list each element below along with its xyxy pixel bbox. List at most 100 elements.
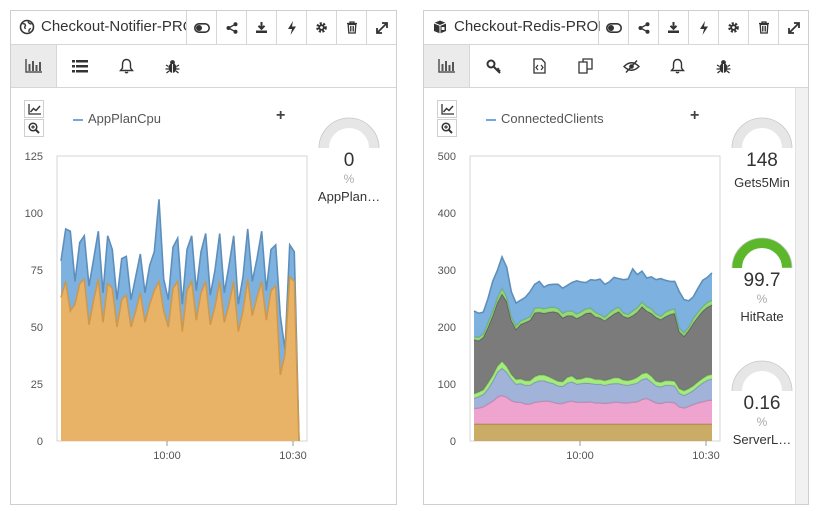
zoom-button[interactable]	[24, 119, 44, 137]
y-tick-label: 200	[438, 322, 456, 334]
y-tick-label: 125	[25, 151, 43, 163]
tab-keys[interactable]	[470, 45, 516, 87]
gauge-unit: %	[756, 415, 768, 429]
metric-chart[interactable]: 0 100 200 300 400 500 10:00 10:30	[424, 146, 724, 476]
scrollbar[interactable]	[795, 88, 808, 504]
delete-button[interactable]	[336, 11, 366, 44]
y-tick-label: 500	[438, 151, 456, 163]
delete-button[interactable]	[748, 11, 778, 44]
list-icon	[72, 59, 88, 72]
tab-alerts[interactable]	[103, 45, 149, 87]
gauge-arc	[731, 360, 793, 392]
gauge-track	[319, 118, 379, 149]
share-button[interactable]	[628, 11, 658, 44]
toggle-icon	[193, 22, 210, 33]
gauge-value: 0	[343, 150, 355, 171]
gauge-unit: %	[343, 172, 355, 186]
gauge-unit: %	[756, 292, 768, 306]
settings-button[interactable]	[306, 11, 336, 44]
panel-checkout-redis: Checkout-Redis-PROD ConnectedClients + 0…	[423, 10, 809, 505]
x-tick-label: 10:00	[566, 450, 594, 462]
panel-titlebar: Checkout-Notifier-PROD	[11, 11, 396, 45]
legend-label: ConnectedClients	[501, 111, 604, 126]
y-tick-label: 25	[31, 379, 43, 391]
gauge-arc	[731, 117, 793, 149]
bolt-icon	[699, 20, 708, 35]
gauge-label: Gets5Min	[734, 175, 790, 190]
panel-title: Checkout-Notifier-PROD	[41, 18, 187, 35]
key-icon	[486, 59, 501, 74]
tab-alerts[interactable]	[654, 45, 700, 87]
expand-icon	[375, 21, 388, 34]
tab-list[interactable]	[57, 45, 103, 87]
gauge-hitrate: 99.7 % HitRate	[722, 236, 802, 326]
globe-icon	[19, 19, 35, 35]
gauge-track	[732, 118, 792, 149]
add-metric-button[interactable]: +	[276, 107, 285, 125]
gauge-arc	[318, 117, 380, 149]
panel-tabbar	[424, 45, 808, 88]
expand-button[interactable]	[366, 11, 396, 44]
line-chart-button[interactable]	[437, 100, 457, 118]
panel-title: Checkout-Redis-PROD	[454, 18, 600, 35]
metric-chart[interactable]: 0 25 50 75 100 125 10:00 10:30	[11, 146, 311, 476]
panel-tabbar	[11, 45, 396, 88]
y-tick-label: 100	[438, 379, 456, 391]
code-file-icon	[532, 58, 546, 74]
tab-metrics[interactable]	[424, 45, 470, 87]
settings-button[interactable]	[718, 11, 748, 44]
line-chart-icon	[440, 103, 454, 115]
tab-debug[interactable]	[700, 45, 746, 87]
tab-debug[interactable]	[149, 45, 195, 87]
tab-metrics[interactable]	[11, 45, 57, 87]
bar-chart-icon	[25, 59, 42, 73]
gauge-label: HitRate	[740, 309, 784, 324]
y-tick-label: 0	[37, 436, 43, 448]
tab-code[interactable]	[516, 45, 562, 87]
download-button[interactable]	[246, 11, 276, 44]
zoom-in-icon	[28, 122, 40, 134]
trash-icon	[758, 21, 769, 34]
share-button[interactable]	[216, 11, 246, 44]
share-icon	[226, 21, 237, 34]
download-icon	[668, 22, 679, 33]
x-tick-label: 10:30	[279, 450, 307, 462]
zoom-button[interactable]	[437, 119, 457, 137]
bolt-icon	[287, 20, 296, 35]
bell-icon	[118, 58, 134, 74]
flash-button[interactable]	[688, 11, 718, 44]
gauge-label: AppPlan…	[317, 189, 381, 204]
gear-icon	[316, 22, 327, 33]
toggle-button[interactable]	[186, 11, 216, 44]
gauge-arc	[731, 237, 793, 269]
series-area	[474, 423, 712, 441]
toggle-button[interactable]	[598, 11, 628, 44]
expand-button[interactable]	[778, 11, 808, 44]
download-icon	[256, 22, 267, 33]
y-tick-label: 100	[25, 208, 43, 220]
chart-legend: AppPlanCpu	[73, 111, 161, 126]
y-tick-label: 0	[450, 436, 456, 448]
y-tick-label: 75	[31, 265, 43, 277]
bar-chart-icon	[438, 59, 455, 73]
eye-slash-icon	[622, 59, 640, 73]
gauge-gets5min: 148 Gets5Min	[722, 116, 802, 192]
trash-icon	[346, 21, 357, 34]
download-button[interactable]	[658, 11, 688, 44]
tab-visibility[interactable]	[608, 45, 654, 87]
legend-swatch	[73, 118, 83, 121]
add-metric-button[interactable]: +	[690, 107, 699, 125]
gauge-serverload: 0.16 % ServerL…	[722, 359, 802, 449]
gear-icon	[728, 22, 739, 33]
panel-titlebar: Checkout-Redis-PROD	[424, 11, 808, 45]
gauge-value: 148	[746, 150, 778, 171]
tab-copy[interactable]	[562, 45, 608, 87]
gauge-label: ServerL…	[732, 432, 792, 447]
database-icon	[433, 20, 447, 34]
bug-icon	[165, 59, 179, 74]
chart-legend: ConnectedClients	[486, 111, 604, 126]
line-chart-button[interactable]	[24, 100, 44, 118]
bell-icon	[669, 58, 685, 74]
flash-button[interactable]	[276, 11, 306, 44]
gauge-track	[732, 361, 792, 392]
